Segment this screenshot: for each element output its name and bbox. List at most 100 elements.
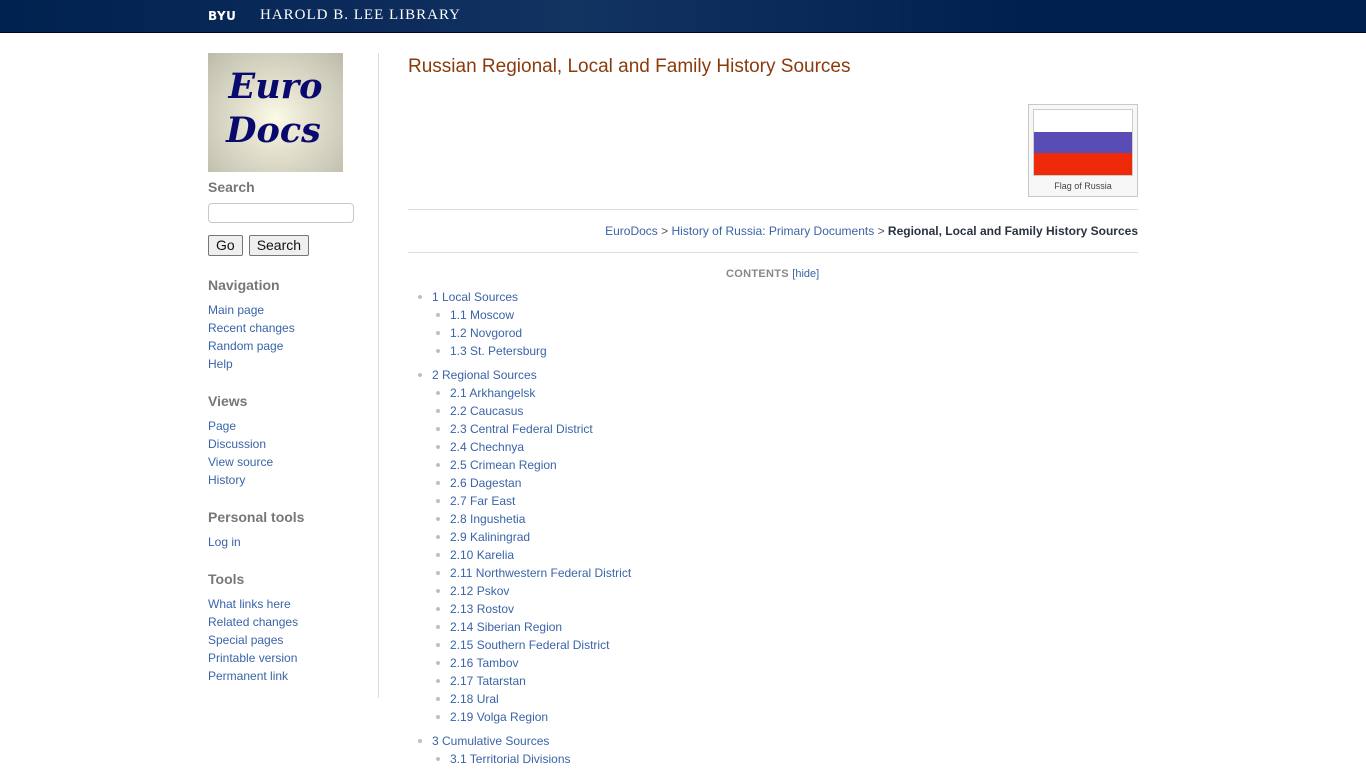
toc-subsection: 1.1 Moscow bbox=[432, 306, 808, 324]
nav-recent-changes[interactable]: Recent changes bbox=[208, 321, 295, 335]
toc-section-link[interactable]: 2 Regional Sources bbox=[432, 368, 537, 382]
toc-subsection: 2.12 Pskov bbox=[432, 582, 808, 600]
toc-subsection-link[interactable]: 2.1 Arkhangelsk bbox=[450, 386, 535, 400]
toc-subsection-link[interactable]: 2.9 Kaliningrad bbox=[450, 530, 530, 544]
toc-subsection: 2.1 Arkhangelsk bbox=[432, 384, 808, 402]
go-button[interactable]: Go bbox=[208, 235, 243, 256]
bullet-icon bbox=[436, 535, 440, 539]
toc-subsection-link[interactable]: 2.7 Far East bbox=[450, 494, 515, 508]
toc-subsection: 2.16 Tambov bbox=[432, 654, 808, 672]
bullet-icon bbox=[436, 715, 440, 719]
toc-subsection: 2.4 Chechnya bbox=[432, 438, 808, 456]
breadcrumb: EuroDocs > History of Russia: Primary Do… bbox=[605, 224, 1138, 238]
flag-stripe-white bbox=[1034, 110, 1132, 132]
toc-subsection-link[interactable]: 3.1 Territorial Divisions bbox=[450, 752, 571, 766]
bullet-icon bbox=[436, 661, 440, 665]
toc-subsection-link[interactable]: 1.1 Moscow bbox=[450, 308, 514, 322]
divider-top bbox=[408, 209, 1138, 210]
toc-subsection-link[interactable]: 2.16 Tambov bbox=[450, 656, 519, 670]
top-banner: BYU HAROLD B. LEE LIBRARY bbox=[0, 0, 1366, 33]
table-of-contents: 1 Local Sources 1.1 Moscow 1.2 Novgorod 1.3… bbox=[408, 288, 808, 774]
toc-list: 1 Local Sources 1.1 Moscow 1.2 Novgorod 1.3… bbox=[408, 288, 808, 768]
sidebar-divider bbox=[378, 53, 379, 698]
toc-subsection-link[interactable]: 2.18 Ural bbox=[450, 692, 499, 706]
tool-related-changes[interactable]: Related changes bbox=[208, 615, 298, 629]
toc-subsection-link[interactable]: 2.15 Southern Federal District bbox=[450, 638, 609, 652]
toc-subsection-link[interactable]: 1.2 Novgorod bbox=[450, 326, 522, 340]
breadcrumb-eurodocs[interactable]: EuroDocs bbox=[605, 224, 658, 238]
nav-random-page[interactable]: Random page bbox=[208, 339, 283, 353]
toc-subsection-list: 3.1 Territorial Divisions bbox=[432, 750, 808, 768]
search-input[interactable] bbox=[208, 203, 354, 223]
logo-text-line1: Euro bbox=[228, 66, 323, 107]
flag-caption: Flag of Russia bbox=[1054, 181, 1112, 191]
bullet-icon bbox=[436, 445, 440, 449]
bullet-icon bbox=[436, 625, 440, 629]
toc-subsection: 2.2 Caucasus bbox=[432, 402, 808, 420]
toc-section-link[interactable]: 3 Cumulative Sources bbox=[432, 734, 549, 748]
toc-subsection: 2.8 Ingushetia bbox=[432, 510, 808, 528]
tool-what-links-here[interactable]: What links here bbox=[208, 597, 291, 611]
toc-subsection-link[interactable]: 2.12 Pskov bbox=[450, 584, 509, 598]
bullet-icon bbox=[436, 607, 440, 611]
tools-heading: Tools bbox=[208, 571, 245, 587]
search-button[interactable]: Search bbox=[248, 235, 310, 256]
toc-subsection-link[interactable]: 2.3 Central Federal District bbox=[450, 422, 593, 436]
toc-subsection-link[interactable]: 2.2 Caucasus bbox=[450, 404, 523, 418]
toc-subsection-link[interactable]: 2.13 Rostov bbox=[450, 602, 514, 616]
toc-subsection: 2.5 Crimean Region bbox=[432, 456, 808, 474]
toc-subsection-link[interactable]: 1.3 St. Petersburg bbox=[450, 344, 547, 358]
bullet-icon bbox=[436, 517, 440, 521]
bullet-icon bbox=[436, 571, 440, 575]
toc-section: 2 Regional Sources 2.1 Arkhangelsk 2.2 Cau… bbox=[408, 366, 808, 726]
navigation-heading: Navigation bbox=[208, 277, 280, 293]
tool-special-pages[interactable]: Special pages bbox=[208, 633, 283, 647]
russia-flag-image[interactable] bbox=[1033, 109, 1133, 176]
flag-thumbnail: Flag of Russia bbox=[1028, 104, 1138, 197]
main-content: Russian Regional, Local and Family Histo… bbox=[408, 53, 1138, 766]
byu-logo-link[interactable]: BYU bbox=[208, 9, 236, 23]
toc-subsection: 2.13 Rostov bbox=[432, 600, 808, 618]
divider-bottom bbox=[408, 252, 1138, 253]
bullet-icon bbox=[436, 463, 440, 467]
toc-section-link[interactable]: 1 Local Sources bbox=[432, 290, 518, 304]
flag-stripe-red bbox=[1034, 153, 1132, 176]
logo-text-line2: Docs bbox=[226, 110, 321, 151]
toc-subsection-link[interactable]: 2.8 Ingushetia bbox=[450, 512, 525, 526]
breadcrumb-separator: > bbox=[661, 224, 669, 238]
view-discussion[interactable]: Discussion bbox=[208, 437, 266, 451]
view-source[interactable]: View source bbox=[208, 455, 273, 469]
library-name-link[interactable]: HAROLD B. LEE LIBRARY bbox=[260, 7, 461, 24]
toc-subsection: 2.15 Southern Federal District bbox=[432, 636, 808, 654]
search-portlet: Search Go Search bbox=[208, 179, 378, 256]
bullet-icon bbox=[436, 349, 440, 353]
bullet-icon bbox=[436, 427, 440, 431]
toc-subsection-link[interactable]: 2.14 Siberian Region bbox=[450, 620, 562, 634]
toc-subsection-link[interactable]: 2.4 Chechnya bbox=[450, 440, 524, 454]
breadcrumb-history-of-russia[interactable]: History of Russia: Primary Documents bbox=[672, 224, 875, 238]
toc-subsection-link[interactable]: 2.6 Dagestan bbox=[450, 476, 521, 490]
eurodocs-logo[interactable]: Euro Docs bbox=[208, 53, 343, 172]
toc-subsection-link[interactable]: 2.11 Northwestern Federal District bbox=[450, 566, 631, 580]
log-in-link[interactable]: Log in bbox=[208, 535, 241, 549]
views-list: Page Discussion View source History bbox=[208, 417, 378, 489]
toc-subsection-link[interactable]: 2.19 Volga Region bbox=[450, 710, 548, 724]
nav-main-page[interactable]: Main page bbox=[208, 303, 264, 317]
toc-subsection-link[interactable]: 2.17 Tatarstan bbox=[450, 674, 526, 688]
search-buttons: Go Search bbox=[208, 235, 378, 256]
toc-subsection: 2.10 Karelia bbox=[432, 546, 808, 564]
toc-hide-toggle[interactable]: [hide] bbox=[792, 268, 819, 280]
nav-help[interactable]: Help bbox=[208, 357, 233, 371]
view-history[interactable]: History bbox=[208, 473, 245, 487]
view-page[interactable]: Page bbox=[208, 419, 236, 433]
tool-printable-version[interactable]: Printable version bbox=[208, 651, 297, 665]
toc-subsection: 2.6 Dagestan bbox=[432, 474, 808, 492]
toc-subsection-link[interactable]: 2.10 Karelia bbox=[450, 548, 514, 562]
toc-subsection-link[interactable]: 2.5 Crimean Region bbox=[450, 458, 557, 472]
tool-permanent-link[interactable]: Permanent link bbox=[208, 669, 288, 683]
flag-stripe-blue bbox=[1034, 131, 1132, 154]
bullet-icon bbox=[436, 679, 440, 683]
toc-subsection: 2.17 Tatarstan bbox=[432, 672, 808, 690]
toc-subsection: 2.3 Central Federal District bbox=[432, 420, 808, 438]
toc-subsection: 2.9 Kaliningrad bbox=[432, 528, 808, 546]
